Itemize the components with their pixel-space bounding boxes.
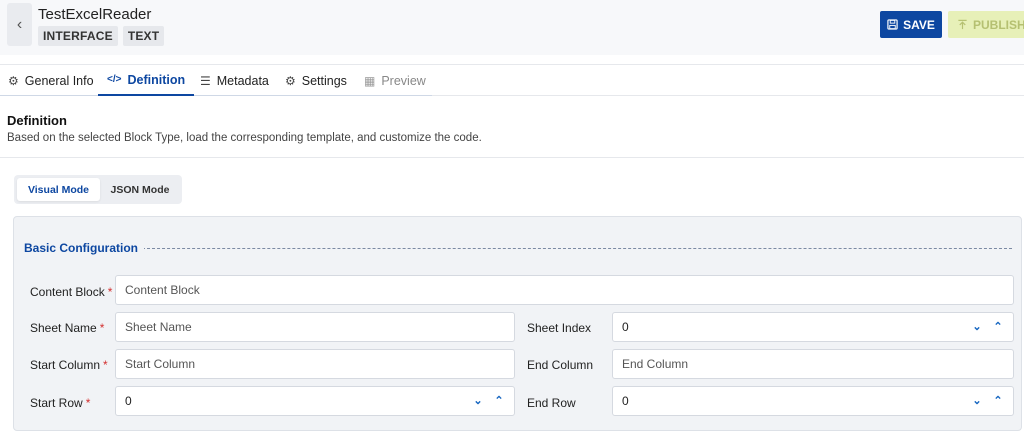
content-block-label: Content Block * [30, 285, 112, 299]
chevron-up-icon[interactable]: ⌃ [492, 394, 506, 408]
tab-metadata[interactable]: ☰ Metadata [200, 65, 269, 96]
section-dashed-divider [142, 248, 1012, 249]
tab-label: Preview [381, 73, 426, 88]
tab-general-info[interactable]: ⚙ General Info [8, 65, 94, 96]
chevron-up-icon[interactable]: ⌃ [991, 320, 1005, 334]
sheet-index-value: 0 [622, 320, 629, 334]
section-description: Based on the selected Block Type, load t… [7, 132, 482, 144]
save-button[interactable]: SAVE [880, 11, 942, 38]
card-title: Basic Configuration [24, 241, 145, 255]
preview-icon: ▦ [364, 73, 376, 88]
sheet-index-stepper[interactable]: 0 ⌄ ⌃ [612, 312, 1014, 342]
badge-interface: INTERFACE [38, 26, 118, 46]
stepper-controls: ⌄ ⌃ [970, 320, 1005, 334]
end-column-input[interactable]: End Column [612, 349, 1014, 379]
tab-label: General Info [24, 73, 94, 88]
end-row-value: 0 [622, 394, 629, 408]
required-mark: * [107, 285, 113, 299]
end-row-stepper[interactable]: 0 ⌄ ⌃ [612, 386, 1014, 416]
chevron-up-icon[interactable]: ⌃ [991, 394, 1005, 408]
stepper-controls: ⌄ ⌃ [471, 394, 506, 408]
settings-icon: ⚙ [285, 73, 296, 88]
metadata-icon: ☰ [200, 73, 211, 88]
tab-definition[interactable]: </> Definition [98, 65, 195, 96]
badge-text: TEXT [122, 26, 165, 46]
publish-label: PUBLISH [973, 17, 1024, 32]
start-column-input[interactable]: Start Column [115, 349, 515, 379]
mode-toggle: Visual Mode JSON Mode [14, 175, 182, 204]
tab-preview[interactable]: ▦ Preview [364, 65, 426, 96]
page-header: ‹ TestExcelReader INTERFACE TEXT SAVE PU… [0, 0, 1024, 55]
tab-label: Metadata [216, 73, 269, 88]
publish-button[interactable]: PUBLISH [948, 11, 1024, 38]
label-text: Sheet Name [30, 321, 97, 335]
tab-label: Settings [301, 73, 347, 88]
required-mark: * [85, 396, 91, 410]
tab-label: Definition [127, 72, 186, 87]
section-title: Definition [7, 113, 67, 128]
back-button[interactable]: ‹ [7, 3, 32, 46]
start-row-label: Start Row * [30, 396, 90, 410]
page-title: TestExcelReader [38, 6, 152, 23]
label-text: Start Row [30, 396, 83, 410]
start-row-stepper[interactable]: 0 ⌄ ⌃ [115, 386, 515, 416]
chevron-down-icon[interactable]: ⌄ [471, 394, 485, 408]
tab-settings[interactable]: ⚙ Settings [285, 65, 347, 96]
sheet-name-input[interactable]: Sheet Name [115, 312, 515, 342]
sheet-name-label: Sheet Name * [30, 321, 104, 335]
visual-mode-button[interactable]: Visual Mode [17, 178, 100, 201]
start-row-value: 0 [125, 394, 132, 408]
stepper-controls: ⌄ ⌃ [970, 394, 1005, 408]
basic-configuration-card: Basic Configuration Content Block * Conte… [13, 216, 1022, 431]
gear-icon: ⚙ [8, 73, 19, 88]
end-column-label: End Column [527, 358, 594, 372]
start-column-label: Start Column * [30, 358, 108, 372]
save-icon [887, 19, 898, 30]
label-text: Content Block [30, 285, 105, 299]
required-mark: * [103, 358, 108, 372]
required-mark: * [99, 321, 105, 335]
code-icon: </> [107, 74, 122, 85]
end-row-label: End Row [527, 396, 576, 410]
sheet-index-label: Sheet Index [527, 321, 592, 335]
chevron-down-icon[interactable]: ⌄ [970, 394, 984, 408]
publish-icon [958, 19, 967, 30]
tab-bar: ⚙ General Info </> Definition ☰ Metadata… [0, 64, 1024, 96]
chevron-down-icon[interactable]: ⌄ [970, 320, 984, 334]
chevron-left-icon: ‹ [16, 15, 23, 33]
json-mode-button[interactable]: JSON Mode [100, 178, 180, 201]
save-label: SAVE [903, 17, 935, 32]
type-badges: INTERFACE TEXT [38, 26, 165, 46]
section-divider [0, 157, 1024, 158]
label-text: Start Column [30, 358, 101, 372]
content-block-input[interactable]: Content Block [115, 275, 1014, 305]
